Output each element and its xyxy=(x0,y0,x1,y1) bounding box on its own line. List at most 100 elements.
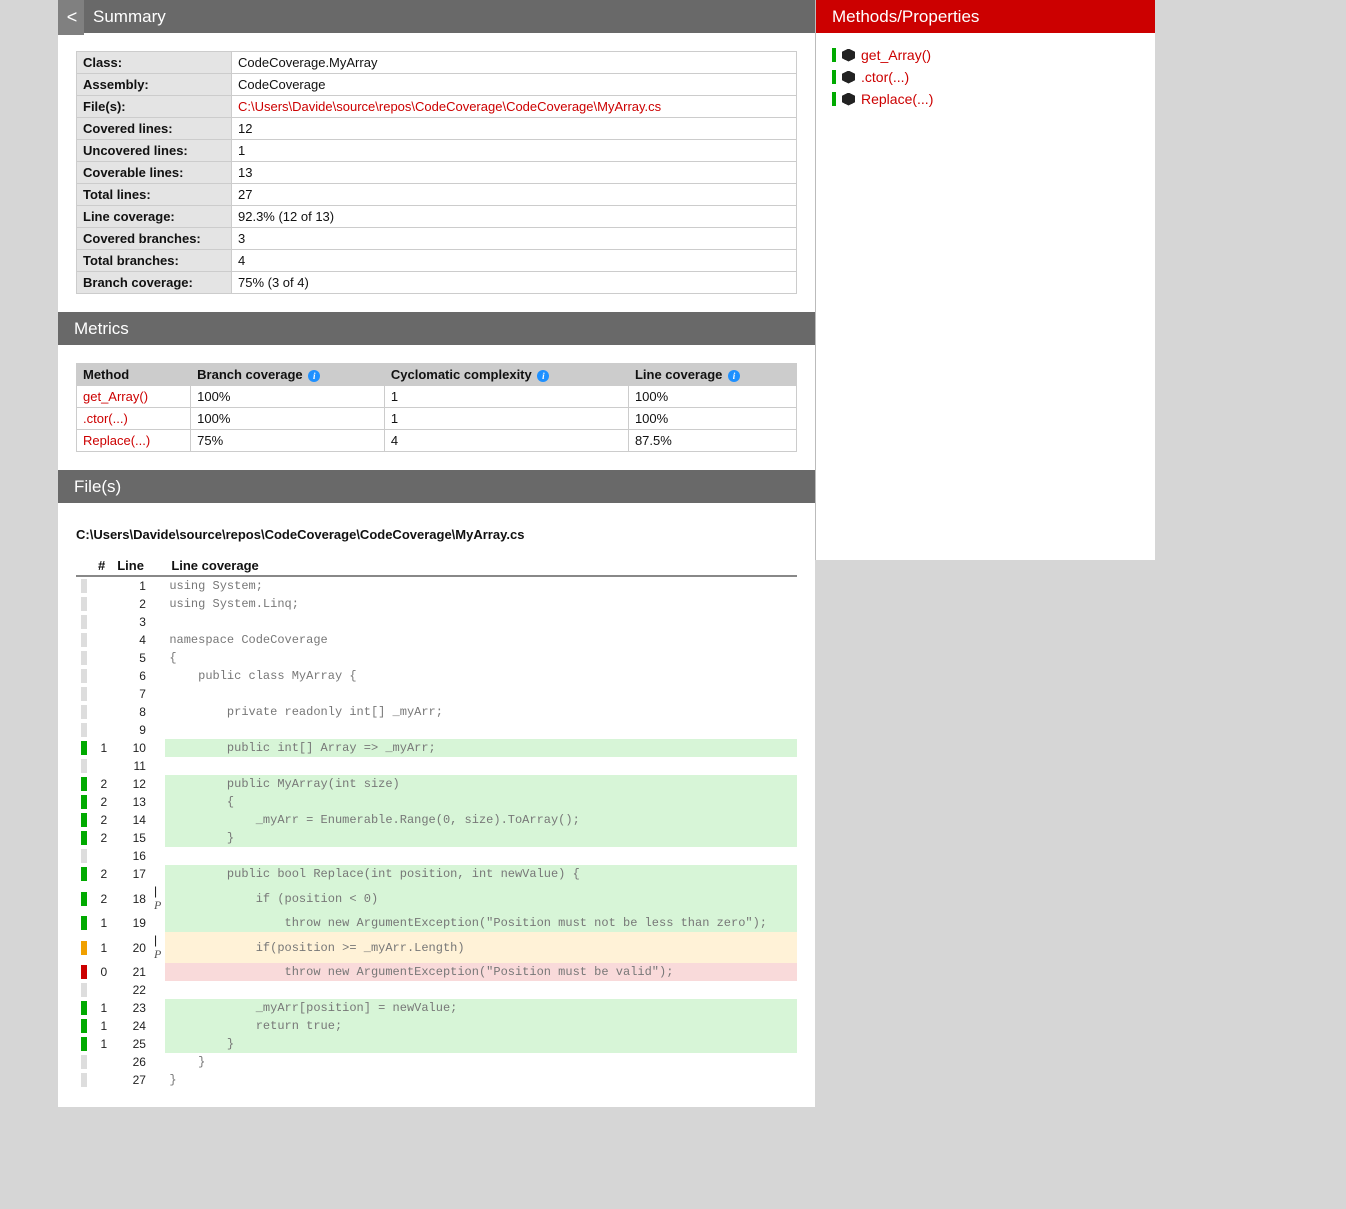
line-number: 8 xyxy=(111,703,150,721)
source-text xyxy=(165,847,797,865)
line-number: 17 xyxy=(111,865,150,883)
method-icon xyxy=(842,71,855,84)
line-number: 20 xyxy=(111,932,150,963)
line-number: 1 xyxy=(111,576,150,595)
cyclomatic-complexity: 4 xyxy=(384,430,628,452)
branch-marker xyxy=(150,1035,165,1053)
branch-marker xyxy=(150,1017,165,1035)
branch-marker xyxy=(150,685,165,703)
source-text: public MyArray(int size) xyxy=(165,775,797,793)
hit-count: 1 xyxy=(92,914,111,932)
code-line: 214 _myArr = Enumerable.Range(0, size).T… xyxy=(76,811,797,829)
code-line: 217 public bool Replace(int position, in… xyxy=(76,865,797,883)
hit-count xyxy=(92,631,111,649)
line-number: 14 xyxy=(111,811,150,829)
line-number: 27 xyxy=(111,1071,150,1089)
line-number: 4 xyxy=(111,631,150,649)
coverage-bar xyxy=(81,849,87,863)
branch-marker xyxy=(150,721,165,739)
branch-marker xyxy=(150,963,165,981)
code-line: 120| P if(position >= _myArr.Length) xyxy=(76,932,797,963)
code-line: 4namespace CodeCoverage xyxy=(76,631,797,649)
table-row: Assembly:CodeCoverage xyxy=(77,74,797,96)
source-text: { xyxy=(165,793,797,811)
line-number: 19 xyxy=(111,914,150,932)
source-text: if (position < 0) xyxy=(165,883,797,914)
info-icon[interactable]: i xyxy=(537,370,549,382)
source-text: public bool Replace(int position, int ne… xyxy=(165,865,797,883)
coverage-bar xyxy=(81,1037,87,1051)
branch-marker xyxy=(150,775,165,793)
back-button[interactable]: < xyxy=(58,0,84,35)
code-line: 6 public class MyArray { xyxy=(76,667,797,685)
branch-coverage: 100% xyxy=(191,386,385,408)
hit-count: 1 xyxy=(92,739,111,757)
line-number: 25 xyxy=(111,1035,150,1053)
coverage-bar xyxy=(81,1055,87,1069)
coverage-bar xyxy=(81,941,87,955)
summary-value[interactable]: C:\Users\Davide\source\repos\CodeCoverag… xyxy=(232,96,797,118)
coverage-stripe xyxy=(832,48,836,62)
metrics-col-branch: Branch coverage i xyxy=(191,364,385,386)
source-text: if(position >= _myArr.Length) xyxy=(165,932,797,963)
method-link[interactable]: Replace(...) xyxy=(77,430,191,452)
branch-marker xyxy=(150,757,165,775)
branch-marker: | P xyxy=(150,932,165,963)
sidebar-item[interactable]: get_Array() xyxy=(832,47,1139,63)
hit-count xyxy=(92,1053,111,1071)
source-text xyxy=(165,757,797,775)
source-text xyxy=(165,613,797,631)
coverage-bar xyxy=(81,831,87,845)
code-line: 213 { xyxy=(76,793,797,811)
summary-value: 3 xyxy=(232,228,797,250)
hit-count: 1 xyxy=(92,932,111,963)
hit-count xyxy=(92,981,111,999)
hit-count: 2 xyxy=(92,811,111,829)
coverage-bar xyxy=(81,892,87,906)
source-text: } xyxy=(165,1071,797,1089)
coverage-bar xyxy=(81,1001,87,1015)
hit-count: 2 xyxy=(92,865,111,883)
method-link[interactable]: .ctor(...) xyxy=(77,408,191,430)
sidebar-item-label: .ctor(...) xyxy=(861,69,909,85)
source-text: using System.Linq; xyxy=(165,595,797,613)
line-number: 12 xyxy=(111,775,150,793)
line-number: 3 xyxy=(111,613,150,631)
source-text: } xyxy=(165,829,797,847)
coverage-bar xyxy=(81,633,87,647)
branch-marker xyxy=(150,1053,165,1071)
info-icon[interactable]: i xyxy=(728,370,740,382)
line-number: 26 xyxy=(111,1053,150,1071)
code-table: # Line Line coverage 1using System;2usin… xyxy=(76,556,797,1089)
hit-count xyxy=(92,613,111,631)
code-line: 119 throw new ArgumentException("Positio… xyxy=(76,914,797,932)
metrics-col-method: Method xyxy=(77,364,191,386)
code-line: 125 } xyxy=(76,1035,797,1053)
sidebar-item[interactable]: .ctor(...) xyxy=(832,69,1139,85)
sidebar-item-label: Replace(...) xyxy=(861,91,933,107)
summary-label: Coverable lines: xyxy=(77,162,232,184)
line-coverage: 87.5% xyxy=(628,430,796,452)
source-text xyxy=(165,981,797,999)
coverage-bar xyxy=(81,687,87,701)
summary-value: 27 xyxy=(232,184,797,206)
hit-count xyxy=(92,1071,111,1089)
hit-count: 2 xyxy=(92,775,111,793)
table-row: .ctor(...)100%1100% xyxy=(77,408,797,430)
line-coverage: 100% xyxy=(628,408,796,430)
line-number: 22 xyxy=(111,981,150,999)
line-number: 6 xyxy=(111,667,150,685)
hit-count: 0 xyxy=(92,963,111,981)
table-row: get_Array()100%1100% xyxy=(77,386,797,408)
coverage-bar xyxy=(81,705,87,719)
method-icon xyxy=(842,93,855,106)
code-col-hits: # xyxy=(92,556,111,576)
metrics-table: Method Branch coverage i Cyclomatic comp… xyxy=(76,363,797,452)
table-row: Coverable lines:13 xyxy=(77,162,797,184)
code-line: 7 xyxy=(76,685,797,703)
sidebar-item[interactable]: Replace(...) xyxy=(832,91,1139,107)
info-icon[interactable]: i xyxy=(308,370,320,382)
method-link[interactable]: get_Array() xyxy=(77,386,191,408)
branch-marker xyxy=(150,793,165,811)
metrics-col-cyclo: Cyclomatic complexity i xyxy=(384,364,628,386)
